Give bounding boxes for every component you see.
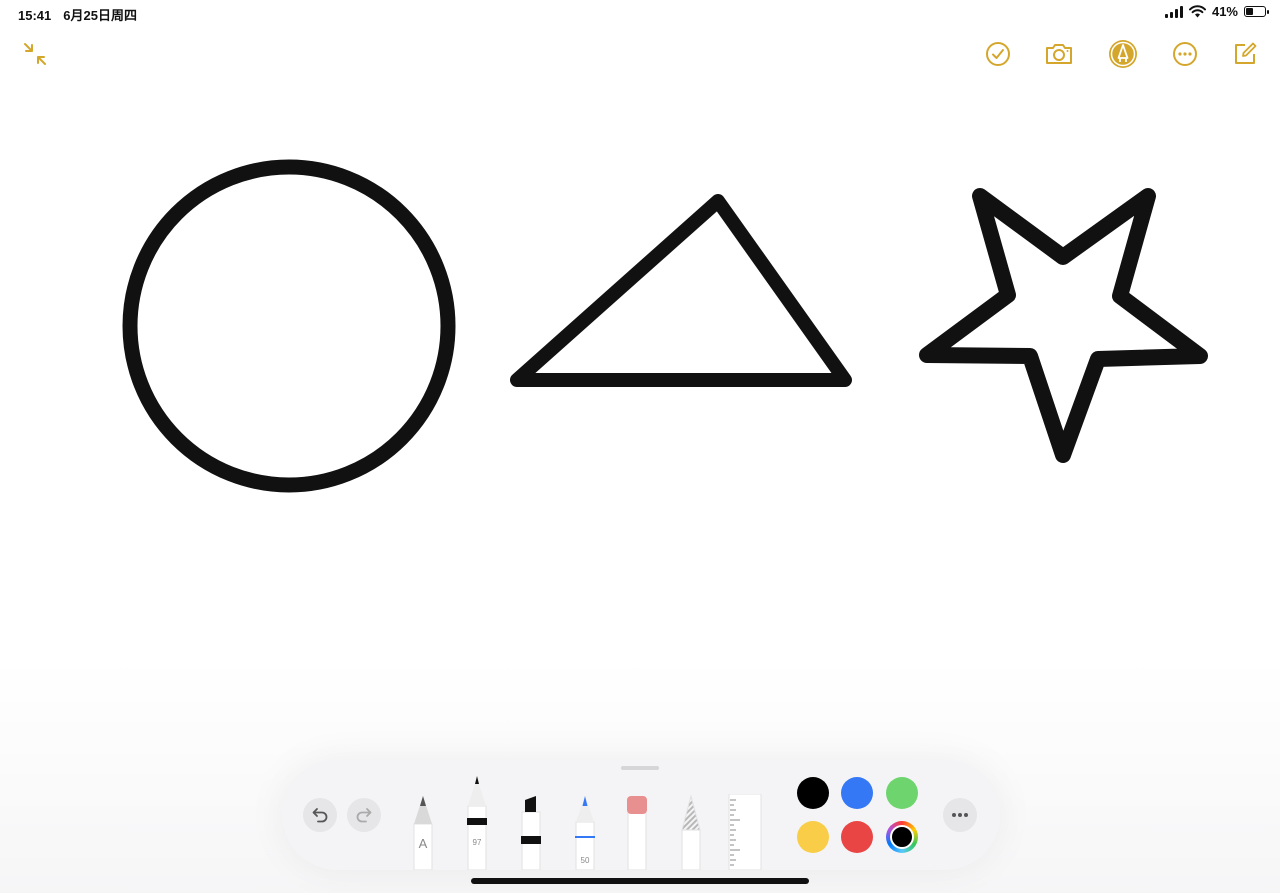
monoline-width-label: 50 — [580, 856, 590, 865]
markup-icon — [1109, 40, 1137, 68]
eraser-icon — [627, 796, 647, 871]
pen-tool[interactable]: 97 — [462, 774, 492, 871]
color-swatch-yellow[interactable] — [797, 821, 829, 853]
cellular-signal-icon — [1164, 5, 1183, 18]
pen-width-label: 97 — [472, 838, 482, 847]
drawn-triangle — [510, 194, 852, 387]
collapse-arrows-icon — [24, 43, 46, 65]
pen-icon — [467, 776, 487, 871]
checklist-icon — [986, 42, 1010, 66]
drawing-canvas[interactable] — [0, 90, 1280, 710]
pencil-icon — [413, 796, 433, 871]
home-indicator — [471, 878, 809, 884]
ruler-icon — [728, 793, 762, 871]
redo-icon — [356, 808, 372, 823]
camera-icon — [1046, 44, 1072, 64]
status-time: 15:41 — [18, 8, 52, 23]
ellipsis-icon — [952, 813, 968, 817]
collapse-button[interactable] — [18, 37, 52, 71]
status-left: 15:41 6月25日周四 — [18, 5, 149, 24]
tool-palette: A 97 50 — [282, 760, 1000, 871]
markup-button[interactable] — [1106, 37, 1140, 71]
battery-icon — [1244, 6, 1269, 17]
checklist-button[interactable] — [981, 37, 1015, 71]
color-picker-button[interactable] — [886, 821, 918, 853]
undo-button[interactable] — [303, 798, 337, 832]
redo-button[interactable] — [347, 798, 381, 832]
palette-more-button[interactable] — [943, 798, 977, 832]
more-button[interactable] — [1168, 37, 1202, 71]
pencil-label: A — [418, 836, 428, 851]
ruler-tool[interactable] — [728, 793, 762, 871]
battery-fill — [1246, 8, 1253, 15]
drawn-circle — [122, 159, 456, 493]
selected-color-dot — [890, 825, 914, 849]
marker-icon — [521, 796, 541, 871]
pencil-tool[interactable]: A — [408, 794, 438, 871]
camera-button[interactable] — [1042, 37, 1076, 71]
color-swatch-red[interactable] — [841, 821, 873, 853]
status-bar: 15:41 6月25日周四 41% — [0, 0, 1280, 28]
undo-icon — [312, 808, 328, 823]
battery-percent: 41% — [1211, 4, 1238, 19]
color-swatch-blue[interactable] — [841, 777, 873, 809]
status-date: 6月25日周四 — [63, 8, 137, 23]
palette-grabber[interactable] — [621, 766, 659, 770]
lasso-tool[interactable] — [676, 794, 706, 871]
wifi-icon — [1188, 5, 1206, 18]
lasso-icon — [681, 794, 701, 871]
drawn-star — [919, 188, 1208, 463]
more-icon — [1173, 42, 1197, 66]
compose-button[interactable] — [1228, 37, 1262, 71]
status-right: 41% — [1164, 4, 1269, 19]
eraser-tool[interactable] — [622, 794, 652, 871]
color-swatch-black[interactable] — [797, 777, 829, 809]
color-swatch-green[interactable] — [886, 777, 918, 809]
compose-icon — [1235, 42, 1257, 64]
monoline-tool[interactable]: 50 — [570, 794, 600, 871]
marker-tool[interactable] — [516, 794, 546, 871]
